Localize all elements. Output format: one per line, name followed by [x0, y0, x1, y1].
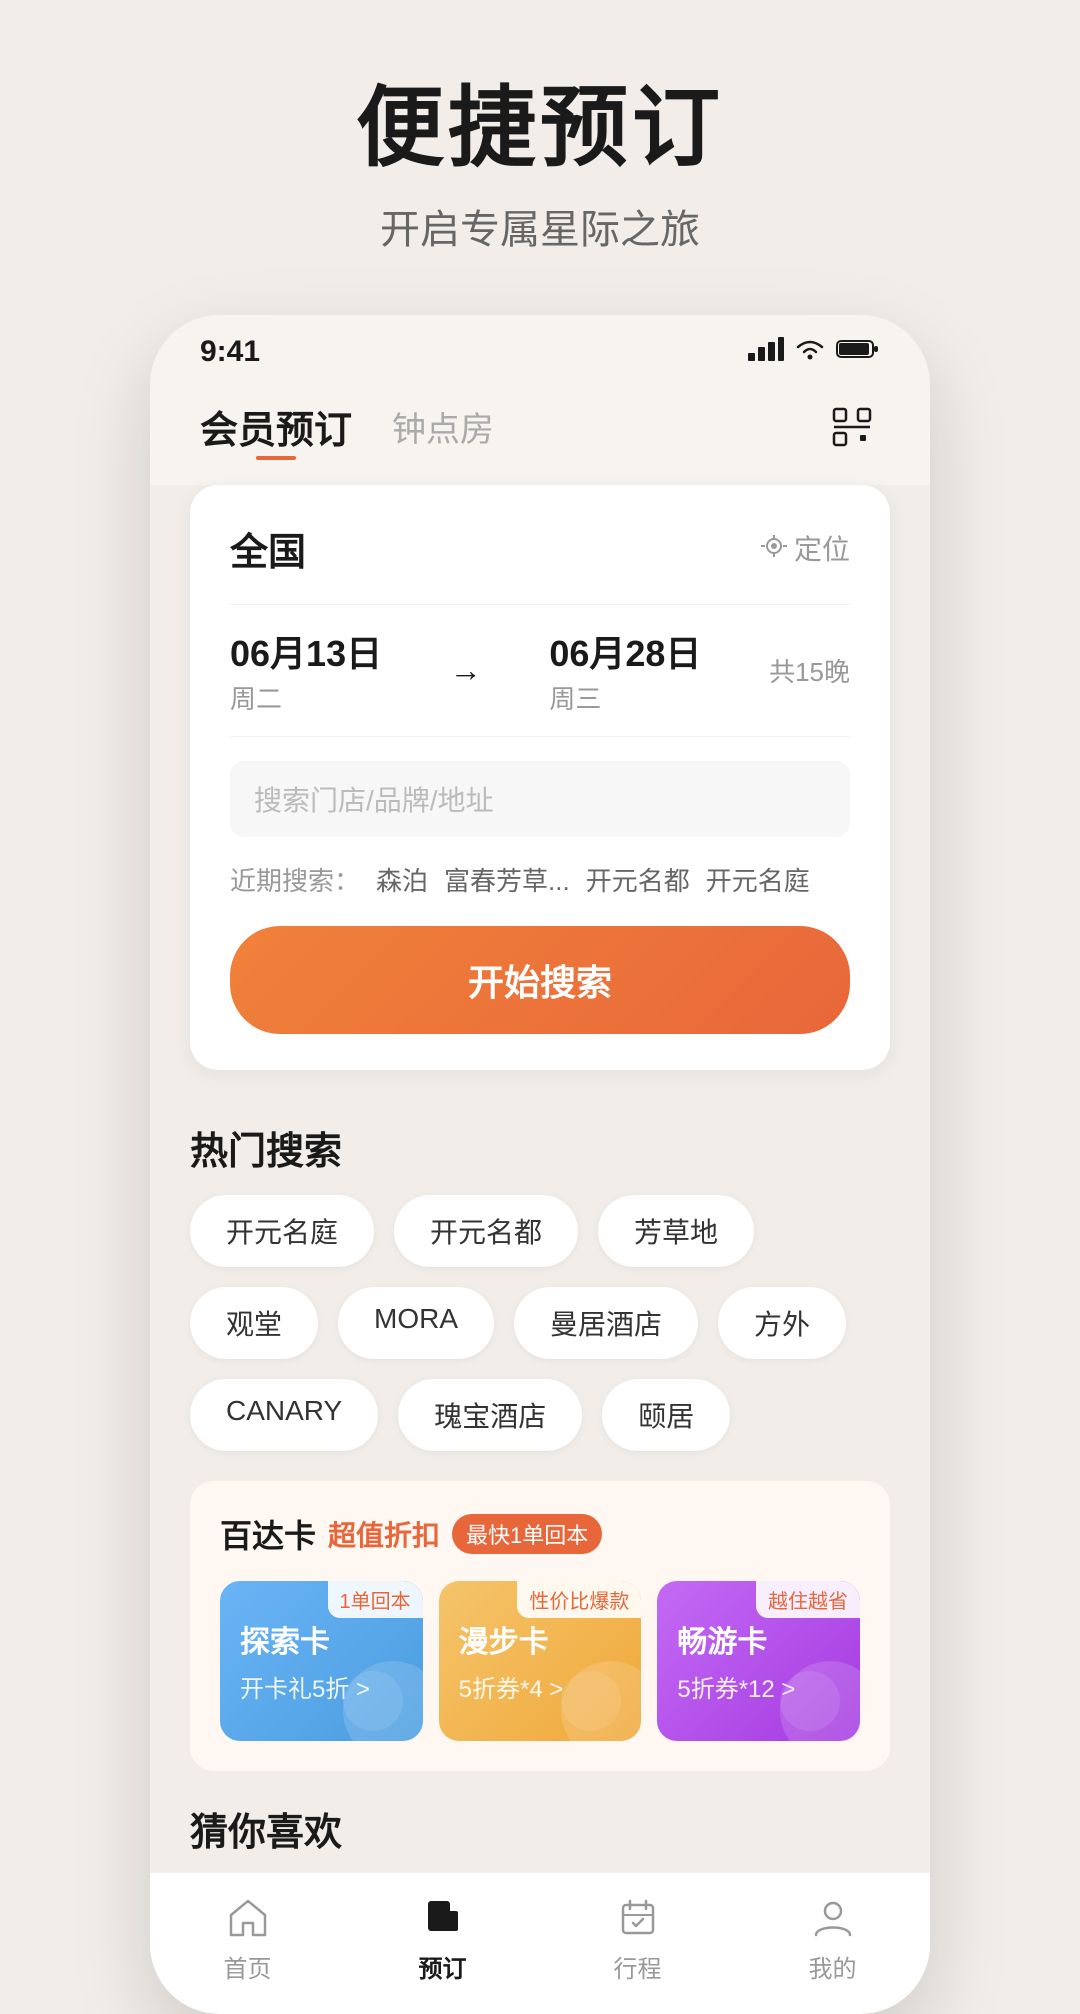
promo-card-travel[interactable]: 越住越省 畅游卡 5折券*12 > [657, 1581, 860, 1741]
hero-subtitle: 开启专属星际之旅 [0, 197, 1080, 255]
promo-card-3-title: 畅游卡 [677, 1617, 840, 1661]
date-row[interactable]: 06月13日 周二 → 06月28日 周三 共15晚 [230, 604, 850, 737]
hot-search-section: 热门搜索 开元名庭 开元名都 芳草地 观堂 MORA 曼居酒店 方外 CANAR… [150, 1090, 930, 1471]
tag-4[interactable]: 观堂 [190, 1287, 318, 1359]
promo-card-stroll[interactable]: 性价比爆款 漫步卡 5折券*4 > [439, 1581, 642, 1741]
check-out-date: 06月28日 周三 [549, 625, 701, 716]
profile-icon [808, 1893, 858, 1943]
search-button[interactable]: 开始搜索 [230, 926, 850, 1034]
status-time: 9:41 [200, 335, 260, 369]
recent-tag-3[interactable]: 开元名都 [586, 861, 690, 898]
nav-booking-label: 预订 [419, 1949, 467, 1984]
tag-9[interactable]: 瑰宝酒店 [398, 1379, 582, 1451]
status-bar: 9:41 [150, 315, 930, 379]
hot-search-tags: 开元名庭 开元名都 芳草地 观堂 MORA 曼居酒店 方外 CANARY 瑰宝酒… [150, 1195, 930, 1471]
promo-card-explore[interactable]: 1单回本 探索卡 开卡礼5折 > [220, 1581, 423, 1741]
check-out-week: 周三 [549, 679, 701, 716]
date-arrow: → [450, 652, 482, 689]
wifi-icon [794, 337, 826, 366]
promo-cards: 1单回本 探索卡 开卡礼5折 > 性价比爆款 漫步卡 5折券*4 > 越住越省 [220, 1581, 860, 1741]
location-row: 全国 定位 [230, 521, 850, 576]
tag-2[interactable]: 开元名都 [394, 1195, 578, 1267]
hero-section: 便捷预订 开启专属星际之旅 [0, 0, 1080, 315]
nav-booking[interactable]: 预订 [418, 1893, 468, 1984]
recent-tag-2[interactable]: 富春芳草... [444, 861, 570, 898]
location-text[interactable]: 全国 [230, 521, 306, 576]
phone-frame: 9:41 [150, 315, 930, 2014]
promo-card-1-title: 探索卡 [240, 1617, 403, 1661]
deco-2b [561, 1671, 621, 1731]
tag-7[interactable]: 方外 [718, 1287, 846, 1359]
check-out-date-text: 06月28日 [549, 625, 701, 677]
scan-button[interactable] [824, 399, 880, 455]
check-in-date: 06月13日 周二 [230, 625, 382, 716]
promo-card-1-badge: 1单回本 [328, 1581, 423, 1618]
battery-icon [836, 337, 880, 366]
guess-section-title: 猜你喜欢 [150, 1781, 930, 1872]
promo-fastest: 最快1单回本 [452, 1514, 602, 1554]
nav-tabs: 会员预订 钟点房 [200, 399, 494, 454]
tab-hourly-room[interactable]: 钟点房 [392, 402, 494, 451]
location-button[interactable]: 定位 [760, 528, 850, 568]
itinerary-icon [613, 1893, 663, 1943]
check-in-week: 周二 [230, 679, 382, 716]
promo-title: 百达卡 [220, 1511, 316, 1557]
promo-card-2-badge: 性价比爆款 [517, 1581, 641, 1618]
home-icon [223, 1893, 273, 1943]
nav-home[interactable]: 首页 [223, 1893, 273, 1984]
nights-count: 共15晚 [769, 652, 850, 689]
check-in-date-text: 06月13日 [230, 625, 382, 677]
search-input-container[interactable]: 搜索门店/品牌/地址 [230, 761, 850, 837]
tab-member-booking[interactable]: 会员预订 [200, 399, 352, 454]
navigation-bar: 会员预订 钟点房 [150, 379, 930, 465]
tag-1[interactable]: 开元名庭 [190, 1195, 374, 1267]
recent-search-row: 近期搜索： 森泊 富春芳草... 开元名都 开元名庭 [230, 861, 850, 898]
booking-icon [418, 1893, 468, 1943]
location-label: 定位 [794, 528, 850, 568]
recent-label: 近期搜索： [230, 861, 360, 898]
tag-10[interactable]: 颐居 [602, 1379, 730, 1451]
tag-8[interactable]: CANARY [190, 1379, 378, 1451]
nav-itinerary-label: 行程 [614, 1949, 662, 1984]
deco-1b [343, 1671, 403, 1731]
hot-search-title: 热门搜索 [150, 1090, 930, 1195]
search-card: 全国 定位 06月13日 周二 [190, 485, 890, 1070]
promo-section: 百达卡 超值折扣 最快1单回本 1单回本 探索卡 开卡礼5折 > 性价比爆款 [190, 1481, 890, 1771]
signal-icon [748, 337, 784, 367]
nav-profile-label: 我的 [809, 1949, 857, 1984]
phone-content: 全国 定位 06月13日 周二 [150, 485, 930, 1872]
tag-5[interactable]: MORA [338, 1287, 494, 1359]
nav-home-label: 首页 [224, 1949, 272, 1984]
recent-tag-1[interactable]: 森泊 [376, 861, 428, 898]
status-icons [748, 337, 880, 367]
nav-profile[interactable]: 我的 [808, 1893, 858, 1984]
search-input[interactable]: 搜索门店/品牌/地址 [254, 779, 494, 819]
recent-tag-4[interactable]: 开元名庭 [706, 861, 810, 898]
promo-header: 百达卡 超值折扣 最快1单回本 [220, 1511, 860, 1557]
promo-badge: 超值折扣 [328, 1514, 440, 1554]
tag-3[interactable]: 芳草地 [598, 1195, 754, 1267]
deco-3b [780, 1671, 840, 1731]
promo-card-3-badge: 越住越省 [756, 1581, 860, 1618]
bottom-navigation: 首页 预订 [150, 1872, 930, 2014]
tag-6[interactable]: 曼居酒店 [514, 1287, 698, 1359]
nav-itinerary[interactable]: 行程 [613, 1893, 663, 1984]
promo-card-2-title: 漫步卡 [459, 1617, 622, 1661]
hero-title: 便捷预订 [0, 80, 1080, 177]
